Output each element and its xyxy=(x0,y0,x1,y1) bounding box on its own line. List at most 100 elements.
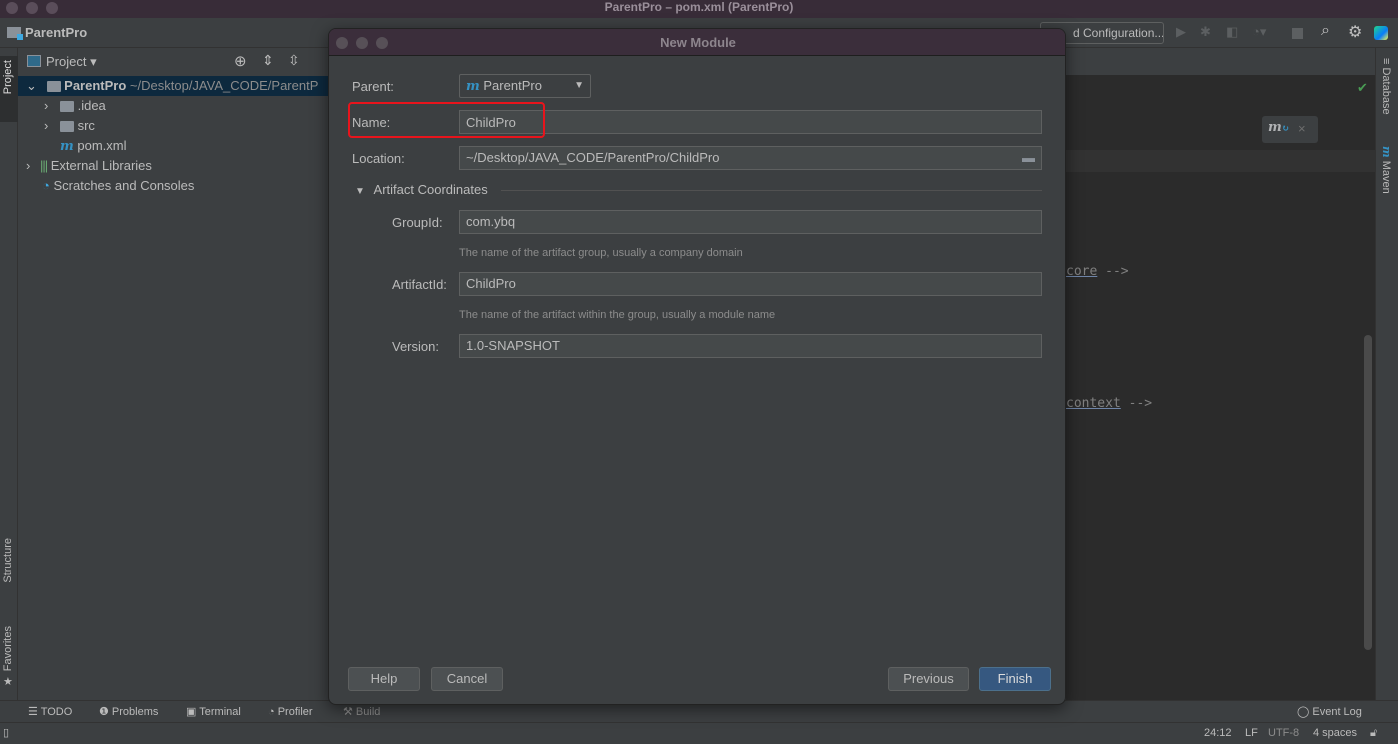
maven-icon: m xyxy=(60,139,74,154)
chevron-down-icon: ⌄ xyxy=(26,78,37,93)
status-bar: ▯ 24:12 LF UTF-8 4 spaces 🔓︎ xyxy=(0,722,1398,742)
editor-tabs xyxy=(1066,48,1375,75)
todo-tab[interactable]: ☰ TODO xyxy=(28,701,72,723)
caret-position[interactable]: 24:12 xyxy=(1204,722,1232,744)
help-button[interactable]: Help xyxy=(348,667,420,691)
close-icon[interactable]: × xyxy=(1298,121,1306,136)
tree-path: ~/Desktop/JAVA_CODE/ParentP xyxy=(129,78,319,93)
groupid-input[interactable]: com.ybq xyxy=(459,210,1042,234)
maximize-window-button[interactable] xyxy=(46,2,58,14)
favorites-tab[interactable]: Favorites xyxy=(2,626,14,671)
version-label: Version: xyxy=(392,339,439,354)
parent-dropdown[interactable]: m ParentPro ▼ xyxy=(459,74,591,98)
problems-tab[interactable]: ❶ Problems xyxy=(99,701,158,723)
project-view-dropdown[interactable]: Project ▾ xyxy=(46,54,97,70)
project-tab-label: Project xyxy=(2,60,14,95)
dialog-close-button[interactable] xyxy=(336,37,348,49)
new-module-dialog: New Module Parent: m ParentPro ▼ Name: L… xyxy=(328,28,1066,705)
current-line-highlight xyxy=(1066,150,1375,172)
artifact-section-title: Artifact Coordinates xyxy=(373,182,488,197)
event-log-tab[interactable]: ◯ Event Log xyxy=(1297,701,1362,723)
run-icon[interactable]: ▶ xyxy=(1176,24,1186,40)
left-tool-stripe: Project Structure Favorites ★ xyxy=(0,48,18,700)
maven-reload-icon[interactable]: m↻ xyxy=(1268,120,1289,135)
scratches-icon: ◔ xyxy=(42,178,50,193)
finish-button[interactable]: Finish xyxy=(979,667,1051,691)
code-with-me-icon[interactable] xyxy=(1374,26,1388,40)
tree-item-idea[interactable]: › .idea xyxy=(18,96,330,116)
tree-label: src xyxy=(77,118,95,133)
dialog-minimize-button[interactable] xyxy=(356,37,368,49)
coverage-icon[interactable]: ◧ xyxy=(1226,24,1238,40)
maven-reload-popup: m↻ × xyxy=(1262,116,1318,143)
artifact-coordinates-toggle[interactable]: ▼ Artifact Coordinates xyxy=(355,180,488,200)
dialog-maximize-button[interactable] xyxy=(376,37,388,49)
tree-label: Scratches and Consoles xyxy=(53,178,195,193)
project-view-icon xyxy=(27,55,41,67)
maven-icon: m xyxy=(466,79,480,94)
locate-icon[interactable]: ⊕ xyxy=(234,52,247,70)
section-divider xyxy=(501,190,1042,191)
module-folder-icon xyxy=(7,27,23,40)
maven-tab[interactable]: m Maven xyxy=(1380,146,1393,194)
expand-all-icon[interactable]: ⇕ xyxy=(262,52,274,69)
file-encoding[interactable]: UTF-8 xyxy=(1268,722,1299,744)
artifactid-label: ArtifactId: xyxy=(392,277,447,292)
artifactid-input[interactable]: ChildPro xyxy=(459,272,1042,296)
stop-icon[interactable] xyxy=(1292,28,1303,39)
chevron-right-icon: › xyxy=(44,98,49,113)
run-configuration-label: d Configuration... xyxy=(1073,26,1164,40)
tree-item-scratches[interactable]: ◔ Scratches and Consoles xyxy=(18,176,330,196)
artifactid-hint: The name of the artifact within the grou… xyxy=(459,309,776,321)
parent-label: Parent: xyxy=(352,79,394,94)
toggle-tool-windows-icon[interactable]: ▯ xyxy=(3,722,9,744)
terminal-tab[interactable]: ▣ Terminal xyxy=(186,701,241,723)
tree-item-src[interactable]: › src xyxy=(18,116,330,136)
code-line: core --> xyxy=(1066,264,1129,279)
collapse-all-icon[interactable]: ⇳ xyxy=(288,52,300,69)
chevron-right-icon: › xyxy=(26,158,31,173)
location-label: Location: xyxy=(352,151,405,166)
project-tool-tab[interactable]: Project xyxy=(0,56,18,122)
indent-setting[interactable]: 4 spaces xyxy=(1313,722,1357,744)
line-separator[interactable]: LF xyxy=(1245,722,1258,744)
gear-icon[interactable]: ⚙ xyxy=(1348,22,1362,42)
browse-folder-icon[interactable]: ▬ xyxy=(1022,147,1035,169)
tree-label: .idea xyxy=(77,98,106,113)
breadcrumb-project[interactable]: ParentPro xyxy=(25,25,87,40)
star-icon: ★ xyxy=(3,676,13,688)
vertical-scrollbar[interactable] xyxy=(1364,335,1372,650)
close-window-button[interactable] xyxy=(6,2,18,14)
database-tab[interactable]: ≡ Database xyxy=(1380,58,1392,115)
dialog-title-bar: New Module xyxy=(329,29,1065,56)
cancel-button[interactable]: Cancel xyxy=(431,667,503,691)
folder-icon xyxy=(59,101,74,113)
parent-value: ParentPro xyxy=(483,78,542,93)
artifactid-value: ChildPro xyxy=(466,276,516,291)
structure-tab[interactable]: Structure xyxy=(2,538,14,583)
editor[interactable]: ✔ m↻ × core --> context --> xyxy=(1066,48,1375,700)
tree-label: ParentPro xyxy=(64,78,127,93)
version-input[interactable]: 1.0-SNAPSHOT xyxy=(459,334,1042,358)
check-icon: ✔ xyxy=(1357,80,1368,95)
search-icon[interactable]: ⌕ xyxy=(1321,22,1330,40)
minimize-window-button[interactable] xyxy=(26,2,38,14)
profiler-tab[interactable]: ◔ Profiler xyxy=(268,701,313,723)
tree-item-pom[interactable]: m pom.xml xyxy=(18,136,330,156)
groupid-hint: The name of the artifact group, usually … xyxy=(459,247,743,259)
previous-button[interactable]: Previous xyxy=(888,667,969,691)
name-input[interactable] xyxy=(459,110,1042,134)
maven-icon: m xyxy=(1380,146,1393,158)
triangle-down-icon: ▼ xyxy=(355,186,365,197)
profile-icon[interactable]: ◔▾ xyxy=(1252,24,1266,40)
tree-item-parentpro[interactable]: ⌄ ParentPro ~/Desktop/JAVA_CODE/ParentP xyxy=(18,76,330,96)
window-title: ParentPro – pom.xml (ParentPro) xyxy=(604,0,794,14)
folder-icon xyxy=(59,121,74,133)
lock-icon[interactable]: 🔓︎ xyxy=(1370,722,1377,744)
location-input[interactable]: ~/Desktop/JAVA_CODE/ParentPro/ChildPro ▬ xyxy=(459,146,1042,170)
chevron-right-icon: › xyxy=(44,118,49,133)
tree-label: External Libraries xyxy=(50,158,152,173)
tree-item-external-libraries[interactable]: › ||| External Libraries xyxy=(18,156,330,176)
debug-icon[interactable]: ✱ xyxy=(1200,24,1211,40)
right-tool-stripe: ≡ Database m Maven xyxy=(1375,48,1398,700)
